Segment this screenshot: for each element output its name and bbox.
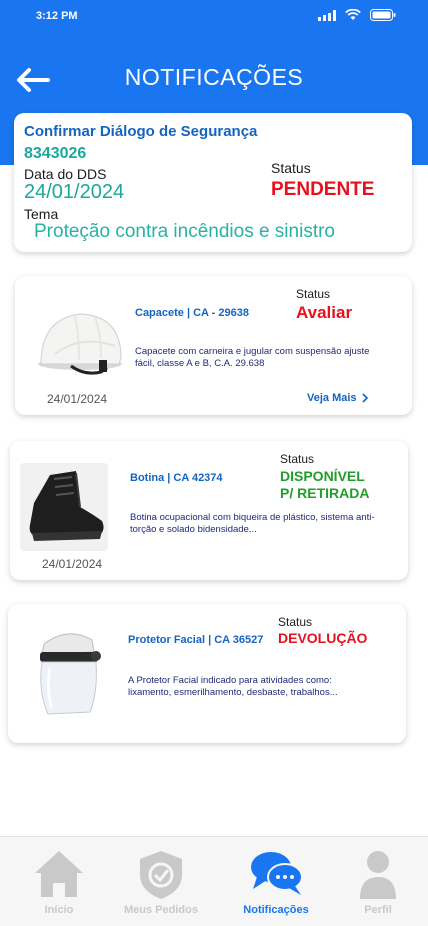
- product-date: 24/01/2024: [47, 392, 108, 406]
- tab-bar: Início Meus Pedidos Notificações Perfil: [0, 836, 428, 926]
- product-name: Protetor Facial | CA 36527: [128, 634, 264, 646]
- product-description: Botina ocupacional com biqueira de plást…: [130, 512, 375, 535]
- wifi-icon: [345, 9, 361, 20]
- chat-bubbles-icon: [251, 852, 303, 895]
- chevron-right-icon: [361, 393, 368, 403]
- dds-date: 24/01/2024: [24, 181, 125, 203]
- product-name: Capacete | CA - 29638: [135, 307, 249, 319]
- product-description: A Protetor Facial indicado para atividad…: [128, 675, 338, 698]
- tab-inicio[interactable]: Início: [14, 837, 104, 926]
- tab-label: Notificações: [243, 904, 309, 916]
- product-status: Avaliar: [296, 303, 353, 322]
- helmet-image: [35, 304, 125, 382]
- signal-icon: [318, 9, 336, 21]
- status-icons: [318, 9, 396, 21]
- status-time: 3:12 PM: [36, 10, 78, 22]
- home-icon: [35, 851, 83, 897]
- product-description: Capacete com carneira e jugular com susp…: [135, 346, 370, 369]
- face-shield-image: [34, 626, 104, 718]
- product-card-protetor-facial[interactable]: Protetor Facial | CA 36527 A Protetor Fa…: [8, 604, 406, 743]
- product-status-label: Status: [296, 287, 331, 301]
- tab-perfil[interactable]: Perfil: [333, 837, 423, 926]
- see-more-label: Veja Mais: [307, 392, 357, 404]
- boot-image: [20, 463, 108, 551]
- dds-title: Confirmar Diálogo de Segurança: [24, 123, 258, 140]
- product-status: DEVOLUÇÃO: [278, 630, 368, 646]
- tab-label: Perfil: [364, 904, 392, 916]
- shield-check-icon: [140, 851, 182, 899]
- product-name: Botina | CA 42374: [130, 472, 223, 484]
- dds-number: 8343026: [24, 145, 87, 162]
- product-status: DISPONÍVEL P/ RETIRADA: [280, 468, 369, 502]
- see-more-link[interactable]: Veja Mais: [307, 392, 369, 404]
- person-icon: [360, 851, 396, 899]
- dds-tema: Proteção contra incêndios e sinistro: [34, 221, 335, 242]
- tab-meus-pedidos[interactable]: Meus Pedidos: [116, 837, 206, 926]
- product-status-line1: DISPONÍVEL: [280, 468, 365, 484]
- dds-tema-label: Tema: [24, 206, 59, 222]
- tab-label: Início: [44, 904, 74, 916]
- battery-icon: [370, 9, 396, 21]
- page-title: NOTIFICAÇÕES: [124, 64, 304, 90]
- product-card-capacete[interactable]: Capacete | CA - 29638 Capacete com carne…: [15, 276, 412, 415]
- tab-notificacoes[interactable]: Notificações: [231, 837, 321, 926]
- dds-card[interactable]: Confirmar Diálogo de Segurança 8343026 D…: [14, 113, 412, 252]
- product-card-botina[interactable]: Botina | CA 42374 Botina ocupacional com…: [10, 441, 408, 580]
- status-bar: 3:12 PM: [0, 0, 428, 34]
- product-date: 24/01/2024: [42, 557, 103, 571]
- tab-label: Meus Pedidos: [124, 904, 198, 916]
- dds-status-label: Status: [271, 160, 311, 176]
- product-status-label: Status: [278, 615, 313, 629]
- product-status-line2: P/ RETIRADA: [280, 485, 370, 501]
- dds-status: PENDENTE: [271, 179, 375, 200]
- product-status-label: Status: [280, 452, 315, 466]
- dds-date-label: Data do DDS: [24, 166, 107, 182]
